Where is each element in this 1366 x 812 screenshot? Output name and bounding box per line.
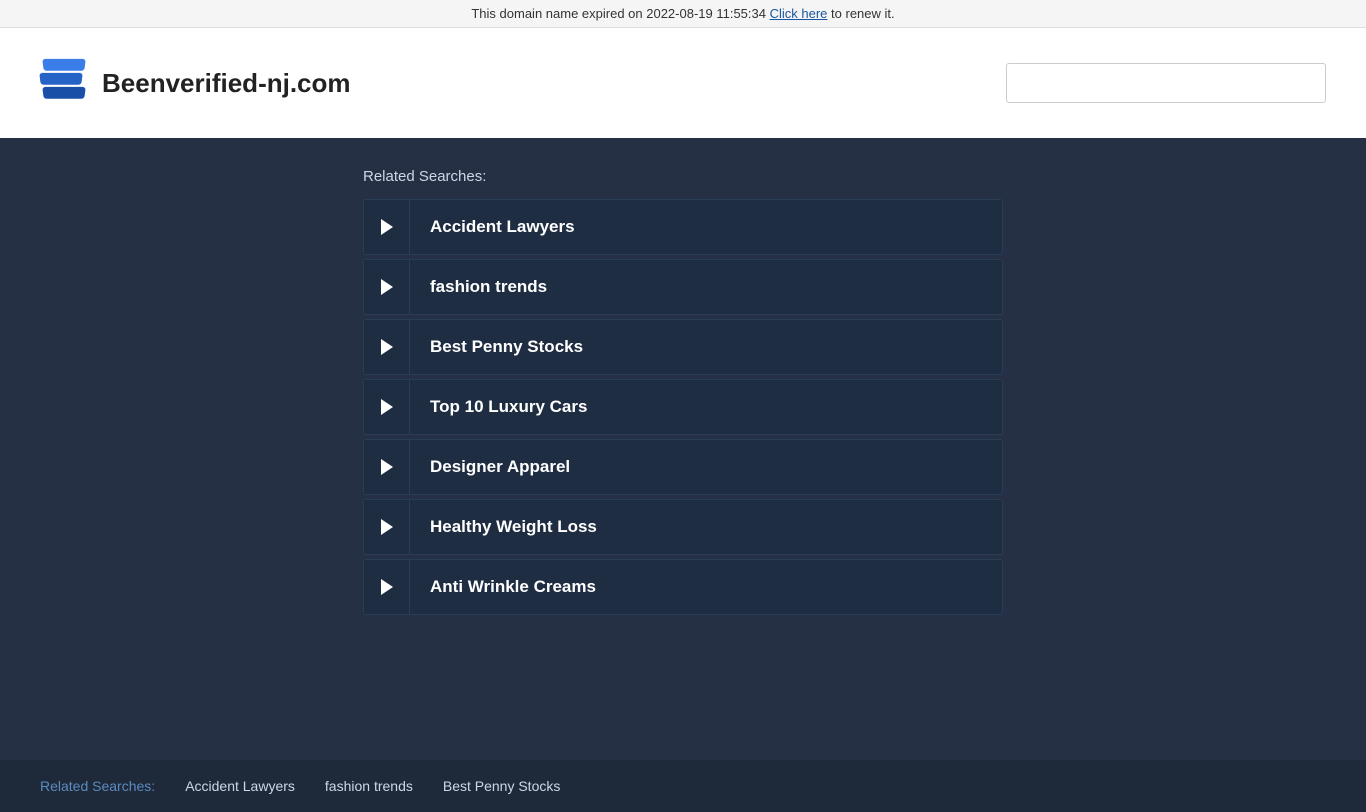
play-icon <box>381 519 393 535</box>
search-item-label: fashion trends <box>410 277 567 297</box>
play-icon <box>381 279 393 295</box>
renew-link[interactable]: Click here <box>770 6 828 21</box>
play-icon <box>381 219 393 235</box>
logo-layer-bot <box>42 87 86 99</box>
site-title: Beenverified-nj.com <box>102 68 351 99</box>
play-icon <box>381 399 393 415</box>
footer-link[interactable]: Accident Lawyers <box>185 778 295 794</box>
search-item[interactable]: Top 10 Luxury Cars <box>363 379 1003 435</box>
footer-related-label: Related Searches: <box>40 778 155 794</box>
search-list: Accident Lawyers fashion trends Best Penny… <box>363 199 1003 615</box>
search-item-label: Top 10 Luxury Cars <box>410 397 607 417</box>
bg-pattern <box>0 138 300 288</box>
search-item-arrow-icon <box>364 260 410 314</box>
search-item-arrow-icon <box>364 200 410 254</box>
notification-suffix: to renew it. <box>831 6 895 21</box>
footer-link[interactable]: Best Penny Stocks <box>443 778 561 794</box>
search-item-label: Healthy Weight Loss <box>410 517 617 537</box>
search-item-label: Best Penny Stocks <box>410 337 603 357</box>
logo-icon <box>40 59 88 107</box>
play-icon <box>381 579 393 595</box>
search-item[interactable]: Best Penny Stocks <box>363 319 1003 375</box>
center-panel: Related Searches: Accident Lawyers fashio… <box>343 138 1023 645</box>
search-item[interactable]: Anti Wrinkle Creams <box>363 559 1003 615</box>
search-item-arrow-icon <box>364 440 410 494</box>
notification-text: This domain name expired on 2022-08-19 1… <box>471 6 766 21</box>
search-item-label: Accident Lawyers <box>410 217 595 237</box>
footer-link[interactable]: fashion trends <box>325 778 413 794</box>
search-item[interactable]: Designer Apparel <box>363 439 1003 495</box>
related-searches-heading: Related Searches: <box>363 168 1003 185</box>
search-item[interactable]: fashion trends <box>363 259 1003 315</box>
play-icon <box>381 339 393 355</box>
play-icon <box>381 459 393 475</box>
search-item-label: Anti Wrinkle Creams <box>410 577 616 597</box>
search-item[interactable]: Healthy Weight Loss <box>363 499 1003 555</box>
logo-area: Beenverified-nj.com <box>40 59 351 107</box>
main-content: Related Searches: Accident Lawyers fashio… <box>0 138 1366 760</box>
search-item-label: Designer Apparel <box>410 457 590 477</box>
search-input[interactable] <box>1006 63 1326 103</box>
notification-bar: This domain name expired on 2022-08-19 1… <box>0 0 1366 28</box>
search-item-arrow-icon <box>364 560 410 614</box>
header: Beenverified-nj.com <box>0 28 1366 138</box>
logo-layer-top <box>42 59 86 71</box>
search-area <box>1006 63 1326 103</box>
logo-layer-mid <box>39 73 83 85</box>
search-item-arrow-icon <box>364 500 410 554</box>
search-item[interactable]: Accident Lawyers <box>363 199 1003 255</box>
search-item-arrow-icon <box>364 380 410 434</box>
search-item-arrow-icon <box>364 320 410 374</box>
